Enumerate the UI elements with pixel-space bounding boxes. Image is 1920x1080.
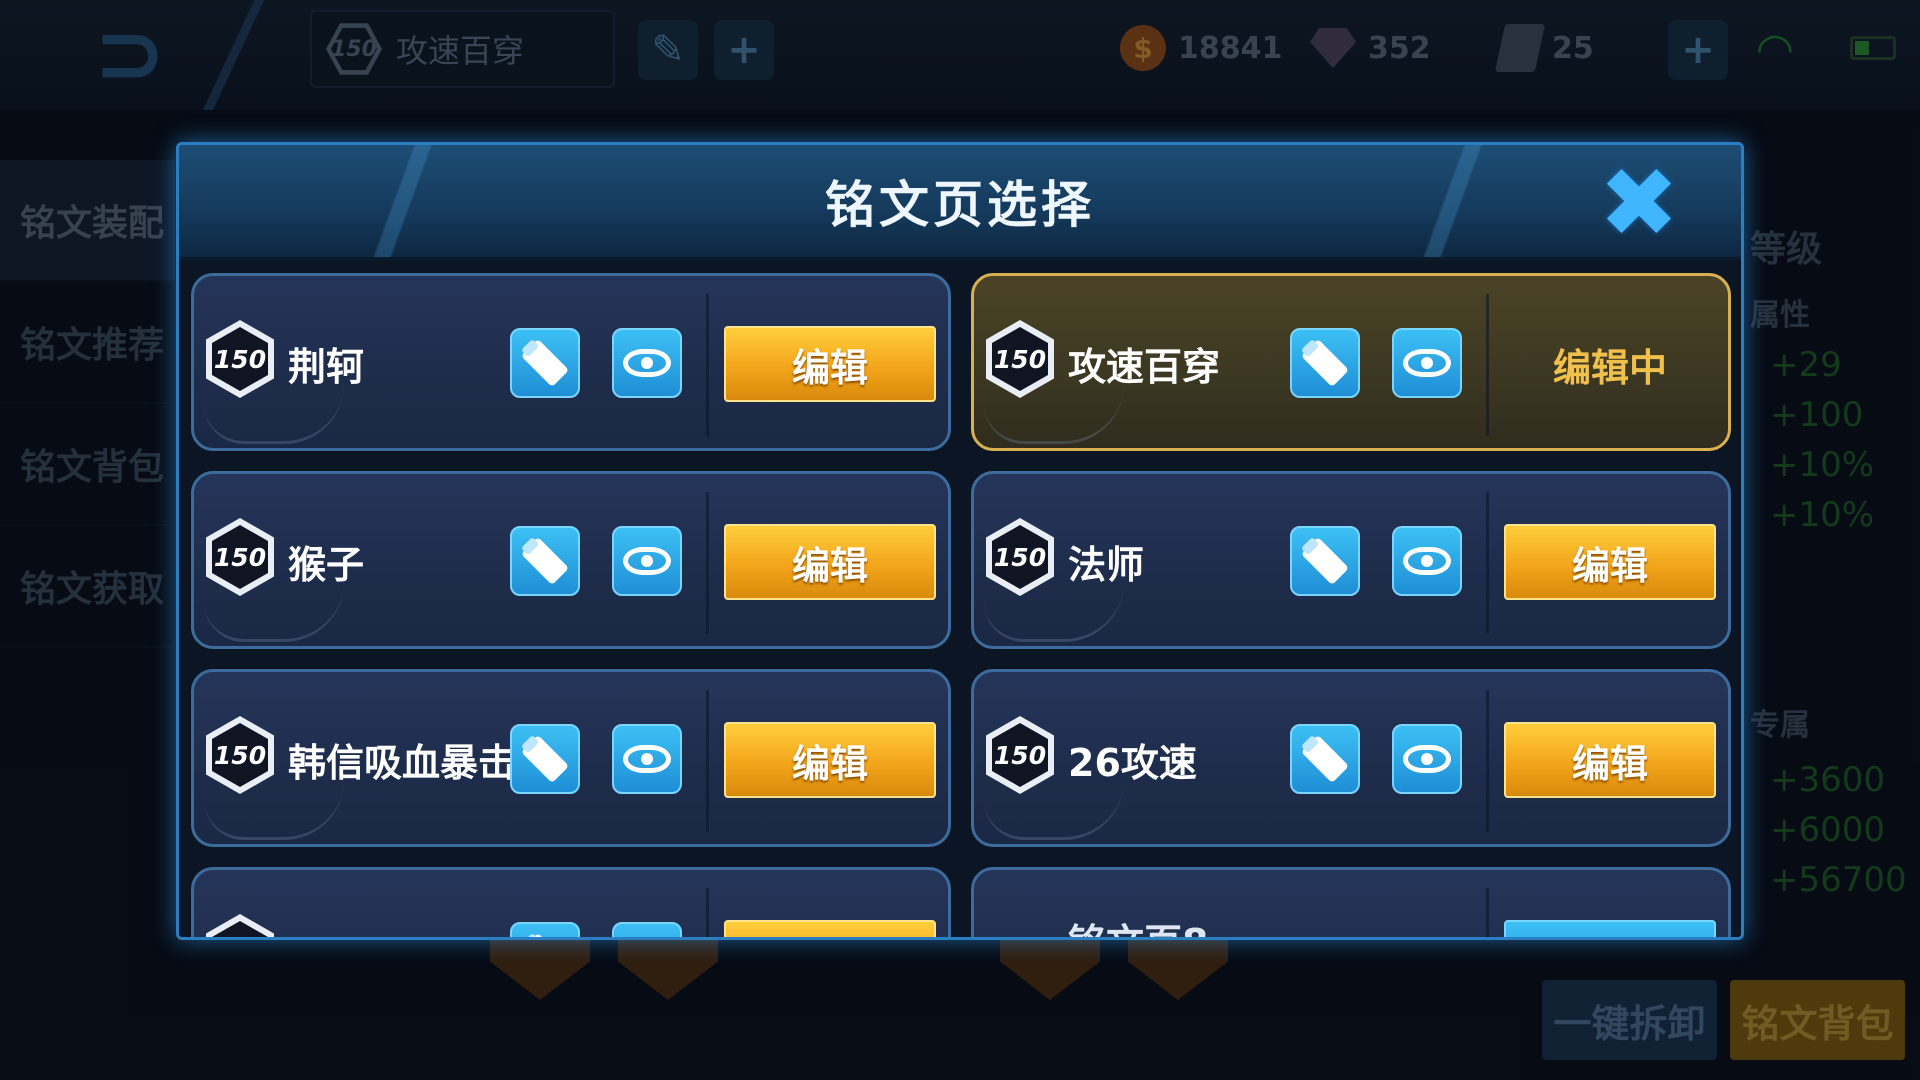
rename-button[interactable] bbox=[1290, 724, 1360, 794]
eye-icon bbox=[1403, 745, 1451, 773]
edit-button[interactable]: 编辑 bbox=[724, 326, 936, 402]
rename-button[interactable] bbox=[510, 922, 580, 937]
pencil-icon bbox=[1300, 536, 1350, 586]
page-name: 荆轲 bbox=[288, 345, 365, 389]
page-card[interactable]: 150 法师 编辑 bbox=[971, 471, 1731, 649]
page-card[interactable]: 铭文页8 bbox=[971, 867, 1731, 937]
eye-icon bbox=[1403, 349, 1451, 377]
modal-title: 铭文页选择 bbox=[825, 176, 1095, 234]
page-name: 猴子 bbox=[288, 543, 365, 587]
page-card-active[interactable]: 150 攻速百穿 编辑中 bbox=[971, 273, 1731, 451]
edit-button[interactable]: 编辑 bbox=[1504, 524, 1716, 600]
editing-status: 编辑中 bbox=[1552, 345, 1667, 390]
page-name: 26攻速 bbox=[1068, 741, 1197, 785]
preview-button[interactable] bbox=[612, 724, 682, 794]
close-button[interactable]: ✖ bbox=[1595, 147, 1683, 259]
rename-button[interactable] bbox=[510, 724, 580, 794]
edit-button[interactable]: 编辑 bbox=[724, 722, 936, 798]
pencil-icon bbox=[520, 734, 570, 784]
eye-icon bbox=[623, 547, 671, 575]
eye-icon bbox=[623, 745, 671, 773]
page-name: 法师 bbox=[1068, 543, 1145, 587]
pencil-icon bbox=[520, 536, 570, 586]
card-divider bbox=[1486, 888, 1489, 937]
page-card[interactable]: 150 荆轲 编辑 bbox=[191, 273, 951, 451]
preview-button[interactable] bbox=[1392, 526, 1462, 596]
rename-button[interactable] bbox=[510, 328, 580, 398]
card-divider bbox=[706, 492, 709, 634]
preview-button[interactable] bbox=[612, 328, 682, 398]
pencil-icon bbox=[520, 932, 570, 937]
page-name: 铭文页8 bbox=[1068, 912, 1208, 937]
pencil-icon bbox=[1300, 734, 1350, 784]
page-select-modal: 铭文页选择 ✖ 150 荆轲 编辑 150 攻速百穿 编辑中 150 猴子 编辑… bbox=[176, 142, 1744, 940]
rename-button[interactable] bbox=[1290, 526, 1360, 596]
level-hex-icon bbox=[206, 914, 274, 937]
page-name: 攻速百穿 bbox=[1068, 345, 1221, 389]
edit-button[interactable]: 编辑 bbox=[724, 920, 936, 937]
modal-header: 铭文页选择 ✖ bbox=[179, 145, 1741, 261]
card-divider bbox=[706, 690, 709, 832]
page-card[interactable]: 编辑 bbox=[191, 867, 951, 937]
preview-button[interactable] bbox=[1392, 724, 1462, 794]
card-divider bbox=[706, 888, 709, 937]
eye-icon bbox=[623, 349, 671, 377]
preview-button[interactable] bbox=[1392, 328, 1462, 398]
pencil-icon bbox=[520, 338, 570, 388]
edit-button[interactable]: 编辑 bbox=[1504, 722, 1716, 798]
card-divider bbox=[1486, 492, 1489, 634]
edit-button[interactable]: 编辑 bbox=[724, 524, 936, 600]
preview-button[interactable] bbox=[612, 526, 682, 596]
card-divider bbox=[1486, 690, 1489, 832]
rename-button[interactable] bbox=[1290, 328, 1360, 398]
card-divider bbox=[1486, 294, 1489, 436]
preview-button[interactable] bbox=[612, 922, 682, 937]
page-card[interactable]: 150 猴子 编辑 bbox=[191, 471, 951, 649]
pencil-icon bbox=[1300, 338, 1350, 388]
card-divider bbox=[706, 294, 709, 436]
page-name: 韩信吸血暴击 bbox=[288, 741, 517, 785]
use-button[interactable] bbox=[1504, 920, 1716, 937]
eye-icon bbox=[1403, 547, 1451, 575]
rename-button[interactable] bbox=[510, 526, 580, 596]
page-card[interactable]: 150 26攻速 编辑 bbox=[971, 669, 1731, 847]
close-x-icon: ✖ bbox=[1598, 147, 1680, 259]
page-card[interactable]: 150 韩信吸血暴击 编辑 bbox=[191, 669, 951, 847]
